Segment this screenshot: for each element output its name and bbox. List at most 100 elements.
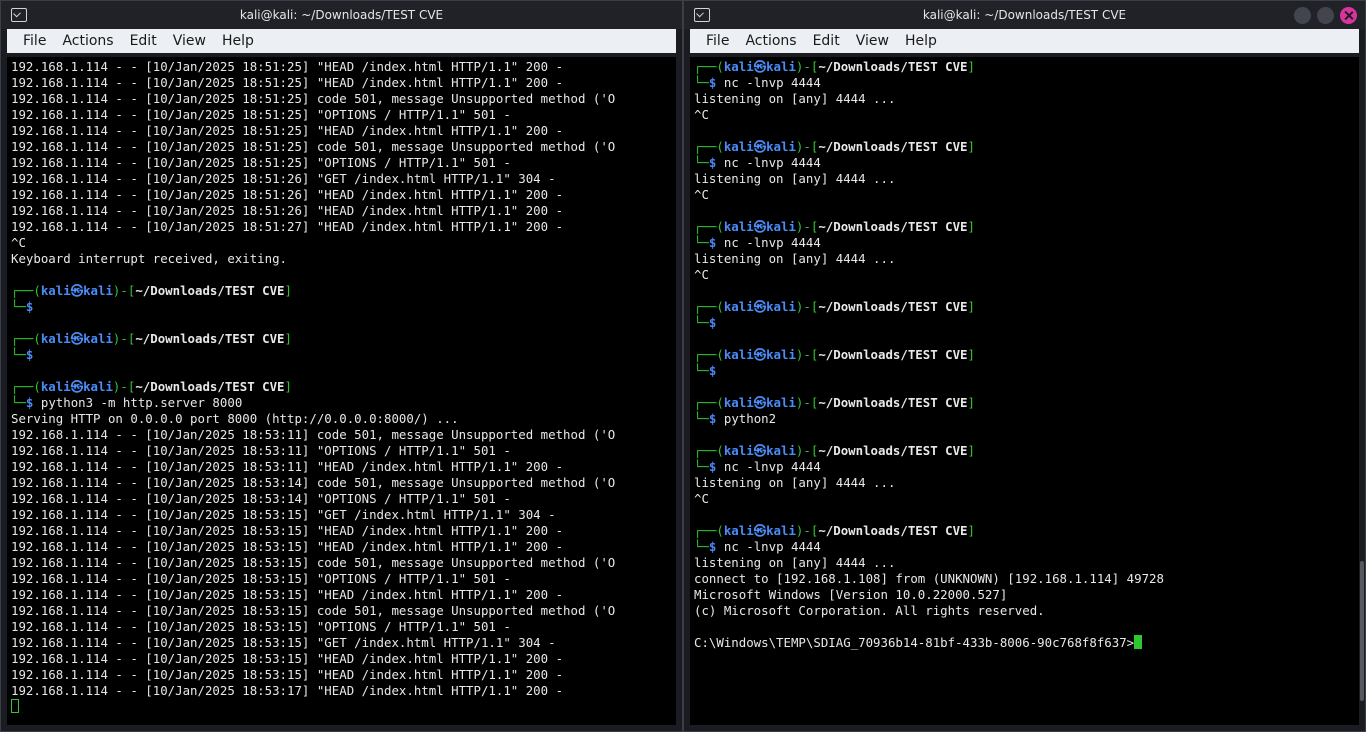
- output-line: 192.168.1.114 - - [10/Jan/2025 18:53:14]…: [11, 475, 616, 490]
- menubar: File Actions Edit View Help: [7, 29, 676, 53]
- output-line: 192.168.1.114 - - [10/Jan/2025 18:53:15]…: [11, 507, 556, 522]
- prompt-user: kali: [723, 395, 754, 410]
- menu-file[interactable]: File: [15, 33, 54, 49]
- menu-actions[interactable]: Actions: [737, 33, 804, 49]
- command-line: └─$ nc -lnvp 4444: [694, 539, 1355, 555]
- output-line: ^C: [11, 235, 26, 250]
- output-line: 192.168.1.114 - - [10/Jan/2025 18:53:17]…: [11, 683, 564, 698]
- prompt-at-symbol: ㉿: [70, 379, 84, 394]
- prompt-path: ~/Downloads/TEST CVE: [818, 59, 968, 74]
- prompt-dollar: $: [708, 539, 717, 554]
- prompt-host: kali: [766, 219, 796, 234]
- menu-edit[interactable]: Edit: [805, 33, 848, 49]
- output-line: 192.168.1.114 - - [10/Jan/2025 18:51:25]…: [11, 139, 616, 154]
- output-line: 192.168.1.114 - - [10/Jan/2025 18:53:15]…: [11, 571, 511, 586]
- terminal-window-left[interactable]: kali@kali: ~/Downloads/TEST CVE File Act…: [0, 0, 683, 732]
- output-line: 192.168.1.114 - - [10/Jan/2025 18:53:11]…: [11, 427, 616, 442]
- prompt-user: kali: [723, 523, 754, 538]
- prompt-dollar: $: [708, 75, 717, 90]
- command-line: └─$: [694, 315, 1355, 331]
- output-line: 192.168.1.114 - - [10/Jan/2025 18:53:15]…: [11, 619, 511, 634]
- prompt-frame: ┌──(: [694, 299, 724, 314]
- prompt-dollar: $: [708, 235, 717, 250]
- prompt-frame: ┌──(: [11, 379, 41, 394]
- prompt-frame: └─: [694, 155, 709, 170]
- prompt-user: kali: [723, 59, 754, 74]
- prompt-host: kali: [766, 299, 796, 314]
- output-line: 192.168.1.114 - - [10/Jan/2025 18:53:15]…: [11, 587, 564, 602]
- close-button[interactable]: [1340, 7, 1357, 24]
- command-line: └─$ nc -lnvp 4444: [694, 155, 1355, 171]
- menu-view[interactable]: View: [848, 33, 897, 49]
- prompt-path: ~/Downloads/TEST CVE: [135, 283, 285, 298]
- prompt-line: ┌──(kali㉿kali)-[~/Downloads/TEST CVE]: [694, 523, 1355, 539]
- terminal-output[interactable]: ┌──(kali㉿kali)-[~/Downloads/TEST CVE] └─$…: [690, 57, 1359, 725]
- output-line: 192.168.1.114 - - [10/Jan/2025 18:53:15]…: [11, 539, 564, 554]
- output-line: connect to [192.168.1.108] from (UNKNOWN…: [694, 571, 1164, 586]
- prompt-at-symbol: ㉿: [753, 299, 767, 314]
- output-line: 192.168.1.114 - - [10/Jan/2025 18:51:25]…: [11, 59, 564, 74]
- prompt-frame: ]: [967, 219, 975, 234]
- output-line: 192.168.1.114 - - [10/Jan/2025 18:51:26]…: [11, 171, 556, 186]
- terminal-output[interactable]: 192.168.1.114 - - [10/Jan/2025 18:51:25]…: [7, 57, 676, 725]
- prompt-line: ┌──(kali㉿kali)-[~/Downloads/TEST CVE]: [694, 139, 1355, 155]
- prompt-frame: ┌──(: [694, 219, 724, 234]
- scrollbar[interactable]: [1360, 561, 1364, 701]
- menu-help[interactable]: Help: [214, 33, 262, 49]
- output-line: 192.168.1.114 - - [10/Jan/2025 18:53:15]…: [11, 523, 564, 538]
- prompt-host: kali: [83, 379, 113, 394]
- command-text: nc -lnvp 4444: [723, 459, 821, 474]
- prompt-path: ~/Downloads/TEST CVE: [818, 523, 968, 538]
- prompt-frame: └─: [11, 347, 26, 362]
- prompt-frame: )-[: [795, 59, 819, 74]
- terminal-window-right[interactable]: kali@kali: ~/Downloads/TEST CVE File Act…: [683, 0, 1366, 732]
- prompt-frame: ┌──(: [694, 59, 724, 74]
- menu-actions[interactable]: Actions: [54, 33, 121, 49]
- output-line: 192.168.1.114 - - [10/Jan/2025 18:51:25]…: [11, 91, 616, 106]
- menu-edit[interactable]: Edit: [122, 33, 165, 49]
- prompt-frame: )-[: [112, 331, 136, 346]
- prompt-path: ~/Downloads/TEST CVE: [818, 443, 968, 458]
- output-line: listening on [any] 4444 ...: [694, 251, 896, 266]
- prompt-frame: )-[: [795, 523, 819, 538]
- prompt-frame: └─: [694, 411, 709, 426]
- prompt-frame: )-[: [112, 283, 136, 298]
- windows-shell-prompt: C:\Windows\TEMP\SDIAG_70936b14-81bf-433b…: [694, 635, 1355, 651]
- command-line: └─$ nc -lnvp 4444: [694, 235, 1355, 251]
- output-line: (c) Microsoft Corporation. All rights re…: [694, 603, 1045, 618]
- command-line: └─$ nc -lnvp 4444: [694, 75, 1355, 91]
- menu-help[interactable]: Help: [897, 33, 945, 49]
- prompt-host: kali: [766, 523, 796, 538]
- prompt-at-symbol: ㉿: [753, 139, 767, 154]
- minimize-button[interactable]: [1294, 7, 1311, 24]
- prompt-at-symbol: ㉿: [753, 523, 767, 538]
- window-title: kali@kali: ~/Downloads/TEST CVE: [922, 8, 1127, 22]
- maximize-button[interactable]: [1317, 7, 1334, 24]
- prompt-frame: )-[: [795, 347, 819, 362]
- prompt-user: kali: [40, 331, 71, 346]
- prompt-line: ┌──(kali㉿kali)-[~/Downloads/TEST CVE]: [11, 379, 672, 395]
- prompt-frame: └─: [694, 363, 709, 378]
- prompt-host: kali: [766, 59, 796, 74]
- output-line: 192.168.1.114 - - [10/Jan/2025 18:53:15]…: [11, 667, 564, 682]
- menu-view[interactable]: View: [165, 33, 214, 49]
- menubar: File Actions Edit View Help: [690, 29, 1359, 53]
- shell-prompt-text: C:\Windows\TEMP\SDIAG_70936b14-81bf-433b…: [694, 635, 1135, 650]
- output-line: Keyboard interrupt received, exiting.: [11, 251, 288, 266]
- prompt-frame: └─: [694, 459, 709, 474]
- menu-file[interactable]: File: [698, 33, 737, 49]
- prompt-host: kali: [766, 395, 796, 410]
- prompt-user: kali: [40, 379, 71, 394]
- prompt-frame: ┌──(: [694, 347, 724, 362]
- prompt-dollar: $: [708, 155, 717, 170]
- output-line: 192.168.1.114 - - [10/Jan/2025 18:53:15]…: [11, 603, 616, 618]
- prompt-path: ~/Downloads/TEST CVE: [818, 395, 968, 410]
- titlebar: kali@kali: ~/Downloads/TEST CVE: [1, 1, 682, 29]
- prompt-line: ┌──(kali㉿kali)-[~/Downloads/TEST CVE]: [694, 59, 1355, 75]
- prompt-frame: ]: [284, 379, 292, 394]
- prompt-line: ┌──(kali㉿kali)-[~/Downloads/TEST CVE]: [11, 283, 672, 299]
